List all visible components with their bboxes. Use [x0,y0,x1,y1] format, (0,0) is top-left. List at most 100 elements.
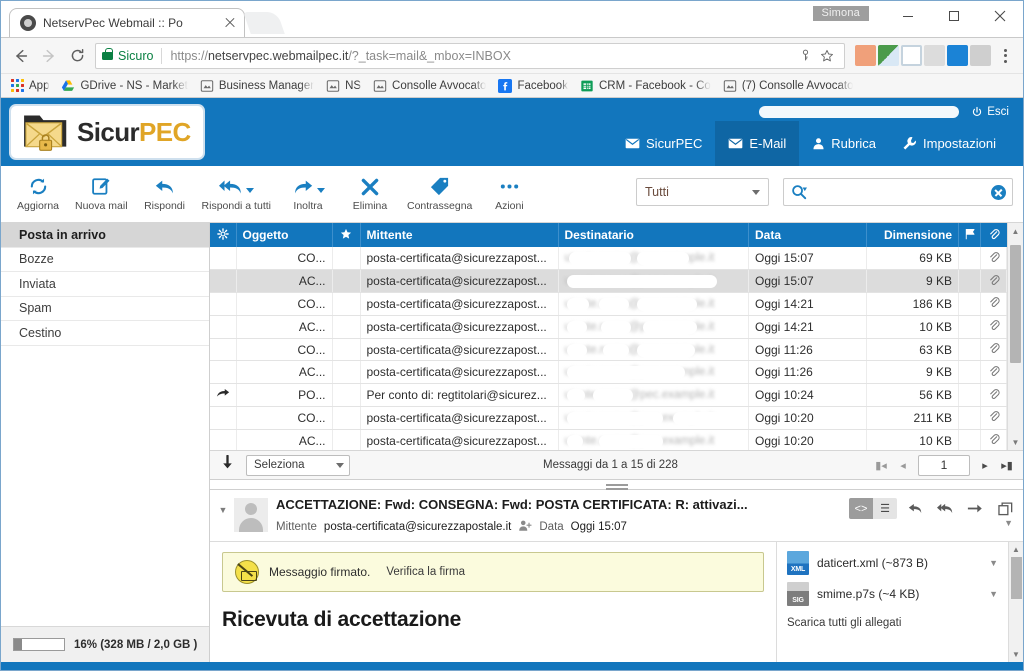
reply-all-button[interactable]: Rispondi a tutti [196,168,277,220]
download-arrow-icon[interactable] [216,454,238,475]
message-row[interactable]: CO... posta-certificata@sicurezzapost...u… [210,406,1007,430]
column-flag[interactable] [958,223,981,247]
search-box[interactable] [783,178,1013,206]
nav-item-email[interactable]: E-Mail [715,121,800,166]
row-star[interactable] [332,292,361,316]
sender-value[interactable]: posta-certificata@sicurezzapostale.it [324,521,511,533]
star-icon[interactable] [816,45,838,67]
bookmark-gdrive[interactable]: GDrive - NS - Market [55,77,193,95]
scrollbar-thumb[interactable] [1011,557,1022,599]
close-icon[interactable] [222,15,238,31]
collapse-icon[interactable]: ▼ [214,496,232,515]
row-star[interactable] [332,338,361,362]
bookmark-facebook[interactable]: Facebook [492,77,574,95]
forward-icon[interactable] [35,42,63,70]
attachment-item[interactable]: XML daticert.xml (~873 B) ▼ [787,551,1002,575]
scrollbar-track[interactable] [1008,239,1023,434]
back-icon[interactable] [7,42,35,70]
expand-details-icon[interactable]: ▼ [1004,518,1013,528]
column-attachment[interactable] [980,223,1007,247]
row-attachment[interactable] [980,338,1007,362]
row-star[interactable] [332,383,361,408]
nav-item-impostazioni[interactable]: Impostazioni [889,121,1009,166]
maximize-icon[interactable] [931,1,977,31]
column-subject[interactable]: Oggetto [236,223,333,247]
row-attachment[interactable] [980,360,1007,385]
row-flag[interactable] [958,383,981,408]
delete-button[interactable]: Elimina [339,168,401,220]
clear-circle-icon[interactable] [991,184,1006,200]
bookmark-consolle-avvocato[interactable]: Consolle Avvocato [367,77,492,95]
message-row[interactable]: AC... posta-certificata@sicurezzapost...u… [210,360,1007,385]
message-row[interactable]: CO... posta-certificata@sicurezzapost...u… [210,247,1007,271]
reply-all-icon[interactable] [933,498,957,519]
pdf-extension-icon[interactable] [970,45,991,66]
verify-signature-link[interactable]: Verifica la firma [386,566,465,578]
row-star[interactable] [332,269,361,294]
next-page-icon[interactable]: ▸ [975,455,995,476]
message-row[interactable]: AC... posta-certificata@sicurezzapost...u… [210,269,1007,294]
brand-logo[interactable]: SicurPEC [9,104,205,160]
row-flag[interactable] [958,429,981,453]
book-extension-icon[interactable] [901,45,922,66]
forward-icon[interactable] [963,498,987,519]
message-row[interactable]: AC... posta-certificata@sicurezzapost...u… [210,429,1007,453]
bookmark-crm-facebook[interactable]: CRM - Facebook - Co [574,77,717,95]
chevron-down-icon[interactable] [245,187,254,193]
scroll-up-icon[interactable]: ▲ [1009,542,1024,557]
row-flag[interactable] [958,406,981,430]
search-scope-select[interactable]: Tutti [636,178,769,206]
row-attachment[interactable] [980,429,1007,453]
column-star[interactable] [332,223,361,247]
message-row[interactable]: AC... posta-certificata@sicurezzapost...u… [210,315,1007,339]
minimize-icon[interactable] [885,1,931,31]
column-options[interactable] [210,223,237,247]
reload-icon[interactable] [63,42,91,70]
scroll-up-icon[interactable]: ▲ [1008,223,1024,239]
reply-button[interactable]: Rispondi [134,168,196,220]
row-attachment[interactable] [980,292,1007,316]
message-list-scrollbar[interactable]: ▲ ▼ [1007,223,1023,450]
preview-scrollbar[interactable]: ▲ ▼ [1008,542,1023,662]
chevron-down-icon[interactable]: ▼ [989,589,1002,599]
robot-extension-icon[interactable] [855,45,876,66]
folder-cestino[interactable]: Cestino [1,321,209,346]
forward-button[interactable]: Inoltra [277,168,339,220]
bookmark-apps[interactable]: App [5,77,55,94]
column-size[interactable]: Dimensione [866,223,959,247]
column-date[interactable]: Data [748,223,867,247]
close-icon[interactable] [977,1,1023,31]
column-sender[interactable]: Mittente [360,223,559,247]
address-bar[interactable]: Sicuro https://netservpec.webmailpec.it/… [95,42,845,69]
bookmark-ns[interactable]: NS [320,77,367,95]
open-window-icon[interactable] [993,498,1017,519]
row-attachment[interactable] [980,269,1007,294]
key-icon[interactable] [794,45,816,67]
row-attachment[interactable] [980,406,1007,430]
reply-icon[interactable] [903,498,927,519]
row-attachment[interactable] [980,247,1007,271]
message-row[interactable]: PO... Per conto di: regtitolari@sicurez..… [210,383,1007,408]
add-contact-icon[interactable] [518,519,532,535]
row-star[interactable] [332,406,361,430]
row-flag[interactable] [958,360,981,385]
nav-item-sicurpec[interactable]: SicurPEC [612,121,715,166]
download-all-attachments-link[interactable]: Scarica tutti gli allegati [787,617,1002,629]
search-input[interactable] [807,185,991,199]
logout-button[interactable]: Esci [971,106,1009,118]
row-flag[interactable] [958,247,981,271]
folder-posta-in-arrivo[interactable]: Posta in arrivo [1,223,209,248]
chevron-down-icon[interactable] [316,187,325,193]
window-user-label[interactable]: Simona [812,6,869,21]
scrollbar-thumb[interactable] [1010,245,1021,363]
message-row[interactable]: CO... posta-certificata@sicurezzapost...u… [210,338,1007,362]
pane-splitter[interactable] [210,480,1023,490]
trello-extension-icon[interactable] [947,45,968,66]
bookmark-consolle-avvocato-7[interactable]: (7) Consolle Avvocato [717,77,860,95]
row-attachment[interactable] [980,315,1007,339]
row-star[interactable] [332,247,361,271]
row-flag[interactable] [958,338,981,362]
new-tab-button[interactable] [243,12,285,34]
last-page-icon[interactable]: ▸▮ [997,455,1017,476]
source-view-icon[interactable]: <> [849,498,873,519]
